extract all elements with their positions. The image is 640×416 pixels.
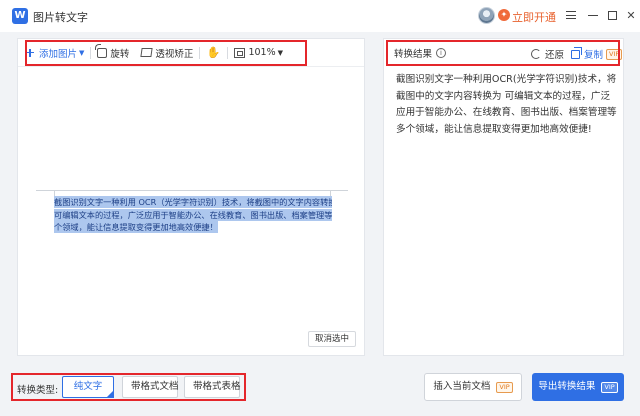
vip-badge: VIP [606,48,623,60]
title-bar: W 图片转文字 ✦ 立即开通 ✕ [0,0,640,32]
maximize-icon [607,10,617,20]
plus-icon [24,47,36,59]
rotate-label: 旋转 [110,48,130,60]
menu-icon [566,11,576,19]
close-button[interactable]: ✕ [622,6,640,24]
rotate-icon [95,43,108,58]
rotate-button[interactable]: 旋转 [91,39,135,67]
ocr-selected-line: 可编辑文本的过程，广泛应用于智能办公、在线教育、图书出版、档案管理等多 [54,208,332,221]
image-toolbar: 添加图片 ▼ 旋转 透视矫正 ✋ 101% ▼ [18,39,364,67]
minimize-icon [588,14,598,16]
image-boundary-top [36,190,348,191]
chevron-down-icon: ▼ [277,48,283,57]
type-formatted-table-button[interactable]: 带格式表格 [184,376,241,398]
restore-icon [531,49,541,59]
close-icon: ✕ [626,8,636,22]
menu-button[interactable] [562,6,580,24]
zoom-value: 101% [248,47,276,58]
copy-icon [571,46,582,59]
result-panel: 转换结果 i 还原 复制 VIP 截图识别文字一种利用OCR(光学字符识别)技术… [383,38,624,356]
result-title: 转换结果 [394,49,433,60]
vip-crown-icon: ✦ [498,9,510,21]
info-icon[interactable]: i [436,48,447,58]
restore-label: 还原 [545,50,565,61]
bottom-bar: 转换类型: 纯文字 带格式文档 带格式表格 插入当前文档 VIP 导出转换结果 … [0,358,640,416]
chevron-down-icon: ▼ [79,48,85,57]
app-title: 图片转文字 [33,11,88,24]
maximize-button[interactable] [603,6,621,24]
type-formatted-doc-button[interactable]: 带格式文档 [122,376,179,398]
export-result-button[interactable]: 导出转换结果 VIP [532,373,624,401]
type-plain-text-button[interactable]: 纯文字 [62,376,114,401]
restore-button[interactable]: 还原 [531,47,564,61]
add-image-button[interactable]: 添加图片 ▼ [18,39,90,67]
ocr-selected-line: 截图识别文字一种利用 OCR（光学字符识别）技术，将截图中的文字内容转换为 [54,196,332,208]
zoom-dropdown[interactable]: 101% ▼ [228,39,289,67]
insert-doc-label: 插入当前文档 [433,381,491,392]
app-logo-icon: W [12,8,28,24]
perspective-icon [140,48,154,57]
conversion-type-label: 转换类型: [17,385,59,396]
vip-badge: VIP [601,382,618,393]
vip-badge: VIP [496,382,513,393]
image-preview-panel: 添加图片 ▼ 旋转 透视矫正 ✋ 101% ▼ 截图识别文字一种利用 OCR（光… [17,38,365,356]
fit-screen-icon [234,47,246,58]
export-label: 导出转换结果 [538,381,596,392]
copy-label: 复制 [584,50,604,61]
pan-tool-button[interactable]: ✋ [200,39,227,67]
insert-current-doc-button[interactable]: 插入当前文档 VIP [424,373,522,401]
perspective-correct-button[interactable]: 透视矫正 [135,39,199,67]
ocr-selected-line: 个领域，能让信息提取变得更加地高效便捷！ [54,221,218,234]
source-image-text[interactable]: 截图识别文字一种利用 OCR（光学字符识别）技术，将截图中的文字内容转换为 可编… [54,196,332,237]
hand-icon: ✋ [206,45,221,59]
avatar[interactable] [478,7,495,24]
result-text-area[interactable]: 截图识别文字一种利用OCR(光学字符识别)技术，将截图中的文字内容转换为 可编辑… [396,72,618,138]
add-image-label: 添加图片 [39,48,78,60]
cancel-selection-button[interactable]: 取消选中 [307,331,356,347]
copy-button[interactable]: 复制 VIP [571,46,623,61]
activate-vip-link[interactable]: 立即开通 [512,9,556,25]
minimize-button[interactable] [584,6,602,24]
perspective-label: 透视矫正 [155,48,194,60]
